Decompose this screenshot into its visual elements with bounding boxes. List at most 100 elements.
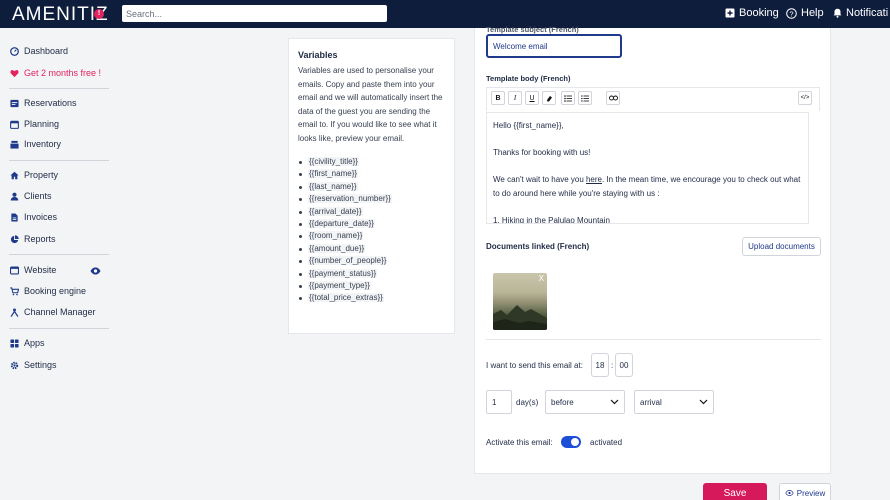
sidebar-item-label: Inventory <box>24 139 62 149</box>
sidebar-item-label: Property <box>24 170 59 180</box>
reservations-icon <box>10 99 19 107</box>
sidebar-item-property[interactable]: Property <box>10 170 58 180</box>
days-input[interactable]: 1 <box>486 390 512 414</box>
bullet-list-icon <box>564 94 572 102</box>
sidebar-divider <box>9 88 109 89</box>
variables-panel: Variables Variables are used to personal… <box>288 38 455 334</box>
list-item: {{amount_due}} <box>299 243 445 255</box>
body-label: Template body (French) <box>486 74 571 83</box>
sidebar-item-dashboard[interactable]: Dashboard <box>10 46 68 56</box>
notifications-button[interactable]: Notificati <box>833 7 888 19</box>
search-input[interactable] <box>122 5 387 22</box>
code-view-button[interactable]: </> <box>798 91 812 105</box>
sidebar-item-label: Clients <box>24 191 52 201</box>
inventory-icon <box>10 140 19 149</box>
subject-input[interactable] <box>486 34 622 58</box>
numbered-list-button[interactable] <box>578 91 592 105</box>
body-editor[interactable]: Hello {{first_name}}, Thanks for booking… <box>486 112 809 224</box>
sidebar-item-planning[interactable]: Planning <box>10 119 59 129</box>
sidebar-item-settings[interactable]: Settings <box>10 360 57 370</box>
link-button[interactable] <box>606 91 620 105</box>
list-item: {{payment_type}} <box>299 280 445 292</box>
variable-token[interactable]: {{arrival_date}} <box>308 206 363 216</box>
upload-documents-button[interactable]: Upload documents <box>742 237 821 256</box>
sidebar-item-label: Booking engine <box>24 286 87 296</box>
variable-token[interactable]: {{reservation_number}} <box>308 194 392 204</box>
variable-token[interactable]: {{number_of_people}} <box>308 256 388 266</box>
send-time-label: I want to send this email at: <box>486 361 583 370</box>
sidebar-item-reports[interactable]: Reports <box>10 234 56 244</box>
booking-button[interactable]: Booking <box>725 7 779 19</box>
variable-token[interactable]: {{payment_status}} <box>308 268 378 278</box>
documents-label: Documents linked (French) <box>486 242 590 251</box>
sidebar-item-channel-manager[interactable]: Channel Manager <box>10 307 96 317</box>
eraser-icon <box>546 95 552 101</box>
relation-select[interactable]: before <box>545 390 625 414</box>
body-link[interactable]: here <box>586 175 602 184</box>
variable-token[interactable]: {{civility_title}} <box>308 157 359 166</box>
calendar-icon <box>10 120 19 129</box>
bullet-list-button[interactable] <box>561 91 575 105</box>
channel-icon <box>10 308 19 317</box>
landscape-image <box>493 305 547 330</box>
sidebar-item-clients[interactable]: Clients <box>10 191 52 201</box>
sidebar-item-label: Channel Manager <box>24 307 96 317</box>
chevron-down-icon <box>699 399 708 405</box>
variable-token[interactable]: {{room_name}} <box>308 231 364 241</box>
chevron-down-icon <box>610 399 619 405</box>
bold-button[interactable]: B <box>491 91 505 105</box>
list-item: {{payment_status}} <box>299 268 445 280</box>
list-item: {{civility_title}} <box>299 156 445 168</box>
underline-button[interactable]: U <box>525 91 539 105</box>
sidebar-item-inventory[interactable]: Inventory <box>10 139 61 149</box>
sidebar-item-apps[interactable]: Apps <box>10 338 45 348</box>
save-button[interactable]: Save <box>703 483 767 500</box>
alert-badge[interactable]: ! <box>94 9 104 19</box>
cart-icon <box>10 286 19 295</box>
list-item: {{total_price_extras}} <box>299 292 445 304</box>
sidebar-item-invoices[interactable]: Invoices <box>10 212 57 222</box>
list-item: {{number_of_people}} <box>299 255 445 267</box>
remove-document-button[interactable]: X <box>539 274 544 283</box>
gear-icon <box>10 361 19 369</box>
days-unit-label: day(s) <box>516 398 539 407</box>
italic-button[interactable]: I <box>508 91 522 105</box>
sidebar-item-label: Website <box>24 265 57 275</box>
eye-icon <box>785 490 794 496</box>
event-select[interactable]: arrival <box>634 390 714 414</box>
variable-token[interactable]: {{departure_date}} <box>308 219 375 229</box>
variable-token[interactable]: {{first_name}} <box>308 169 359 179</box>
sidebar-divider <box>9 328 109 329</box>
sidebar-item-promo[interactable]: Get 2 months free ! <box>10 68 101 78</box>
top-bar: AMENITIZ ! Booking ? Help Notificati <box>0 0 890 28</box>
plus-square-icon <box>725 8 735 18</box>
numbered-list-icon <box>581 94 589 102</box>
help-circle-icon: ? <box>786 7 797 19</box>
document-thumbnail[interactable]: X <box>493 273 547 330</box>
clear-format-button[interactable] <box>542 91 556 105</box>
heart-icon <box>10 69 19 77</box>
hour-input[interactable]: 18 <box>591 353 609 377</box>
variables-title: Variables <box>298 50 338 60</box>
sidebar-item-booking-engine[interactable]: Booking engine <box>10 286 86 296</box>
sidebar-item-label: Apps <box>24 338 45 348</box>
booking-label: Booking <box>739 7 779 19</box>
variable-token[interactable]: {{total_price_extras}} <box>308 293 384 303</box>
list-item: {{room_name}} <box>299 230 445 242</box>
sidebar-item-label: Reservations <box>24 98 77 108</box>
activate-toggle[interactable] <box>561 436 581 448</box>
variable-token[interactable]: {{amount_due}} <box>308 243 366 253</box>
sidebar-item-website[interactable]: Website <box>10 265 56 275</box>
variable-token[interactable]: {{last_name}} <box>308 181 358 191</box>
minute-input[interactable]: 00 <box>615 353 633 377</box>
eye-icon[interactable] <box>90 267 101 275</box>
variable-token[interactable]: {{payment_type}} <box>308 281 371 291</box>
sidebar-item-reservations[interactable]: Reservations <box>10 98 77 108</box>
bell-icon <box>833 8 842 18</box>
body-line: Thanks for booking with us! <box>493 148 591 157</box>
variables-description: Variables are used to personalise your e… <box>298 66 443 143</box>
sidebar-divider <box>9 254 109 255</box>
preview-button[interactable]: Preview <box>779 483 831 500</box>
variables-list: {{civility_title}} {{first_name}} {{last… <box>298 156 445 305</box>
help-button[interactable]: ? Help <box>786 7 824 19</box>
